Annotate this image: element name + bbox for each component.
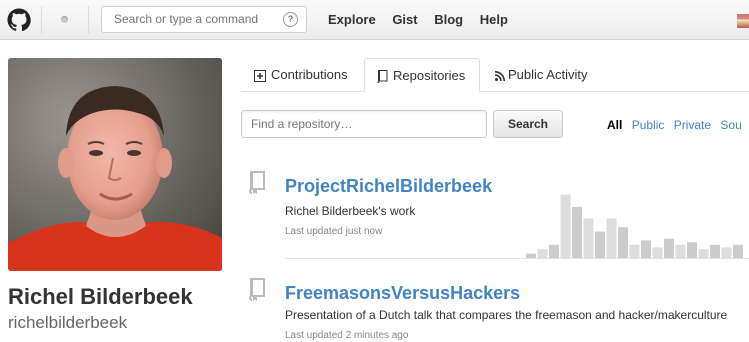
search-button[interactable]: Search [493, 110, 563, 138]
repo-book-icon [377, 70, 388, 84]
activity-bar [698, 249, 709, 258]
nav-explore[interactable]: Explore [328, 12, 376, 27]
repo-icon [249, 278, 265, 301]
activity-bar [664, 238, 674, 258]
tab-repositories[interactable]: Repositories [364, 58, 480, 92]
top-header: ? Explore Gist Blog Help [0, 0, 749, 40]
activity-bar [583, 218, 594, 258]
contributions-icon [254, 69, 266, 82]
profile-photo [8, 58, 222, 271]
tab-public-activity-label: Public Activity [508, 67, 588, 82]
header-divider [88, 6, 89, 34]
filter-sources[interactable]: Sou [720, 118, 741, 132]
activity-bar [560, 194, 571, 258]
repo-title[interactable]: ProjectRichelBilderbeek [285, 176, 492, 197]
activity-bar [710, 244, 720, 258]
tab-repositories-label: Repositories [393, 68, 466, 83]
activity-bar [606, 218, 617, 258]
top-nav: Explore Gist Blog Help [328, 12, 521, 27]
activity-bar [687, 242, 697, 258]
nav-help[interactable]: Help [480, 12, 508, 27]
help-icon[interactable]: ? [283, 12, 298, 27]
tab-contributions-label: Contributions [271, 67, 348, 82]
activity-bar [537, 249, 548, 258]
filter-public[interactable]: Public [632, 118, 665, 132]
repo-type-filters: All Public Private Sou [607, 118, 748, 132]
activity-bar [652, 247, 663, 258]
activity-bar [641, 240, 651, 258]
command-search[interactable]: ? [101, 6, 307, 33]
repo-icon [249, 171, 265, 194]
repo-title[interactable]: FreemasonsVersusHackers [285, 283, 520, 304]
user-avatar-small[interactable] [737, 14, 749, 28]
activity-bar [721, 247, 732, 258]
find-repository-input[interactable] [242, 111, 481, 137]
profile-name: Richel Bilderbeek [8, 284, 193, 309]
octocat-icon[interactable] [7, 8, 31, 32]
filter-all[interactable]: All [607, 118, 622, 132]
activity-bar [733, 244, 743, 258]
tab-public-activity[interactable]: Public Activity [495, 58, 587, 92]
tab-contributions[interactable]: Contributions [254, 58, 348, 92]
activity-bar [549, 244, 559, 258]
command-search-input[interactable] [114, 12, 264, 26]
header-divider [41, 6, 42, 34]
notification-dot-icon[interactable] [61, 16, 68, 23]
activity-bar [675, 244, 686, 258]
activity-bar [629, 244, 640, 258]
repo-activity-graph [526, 194, 743, 258]
activity-bar [595, 231, 605, 258]
rss-icon [495, 70, 505, 81]
find-repository-box[interactable] [241, 110, 487, 138]
nav-gist[interactable]: Gist [392, 12, 417, 27]
repo-description: Richel Bilderbeek's work [285, 204, 416, 218]
nav-blog[interactable]: Blog [434, 12, 463, 27]
profile-username: richelbilderbeek [8, 313, 128, 332]
activity-bar [618, 227, 628, 258]
repo-last-updated: Last updated just now [285, 226, 383, 237]
repo-separator [285, 258, 749, 259]
activity-bar [572, 206, 582, 258]
repo-description: Presentation of a Dutch talk that compar… [285, 308, 728, 322]
repo-last-updated: Last updated 2 minutes ago [285, 330, 409, 341]
filter-private[interactable]: Private [674, 118, 711, 132]
